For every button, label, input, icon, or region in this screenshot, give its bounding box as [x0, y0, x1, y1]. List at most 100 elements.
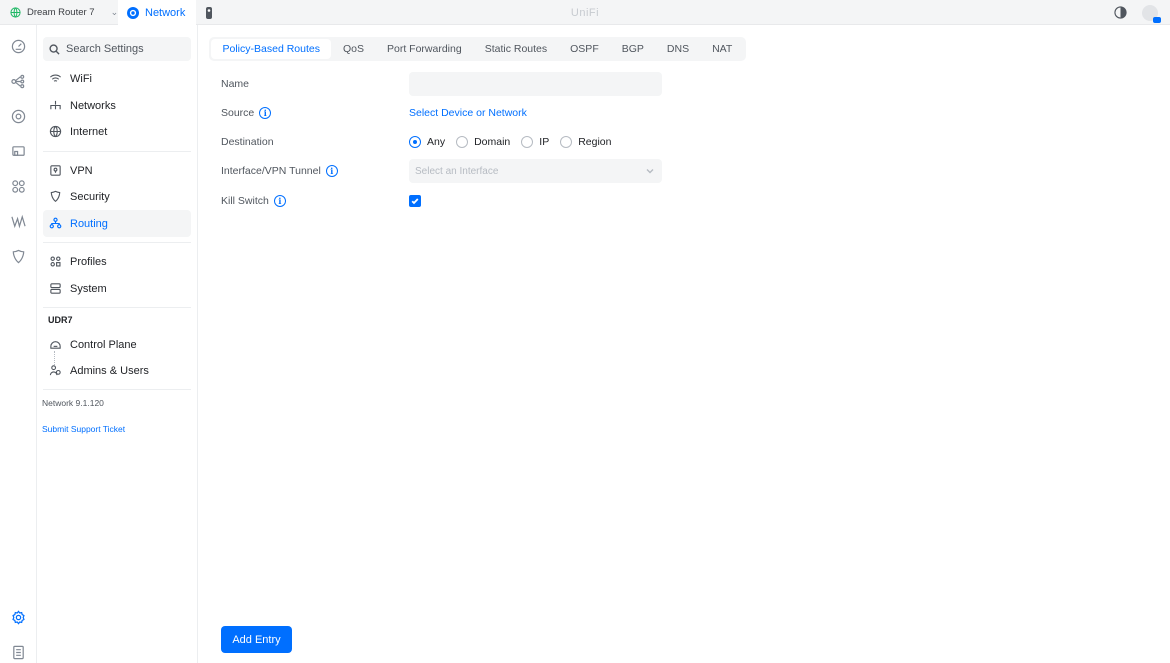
search-icon — [49, 43, 60, 55]
routing-tabs: Policy-Based Routes QoS Port Forwarding … — [209, 37, 746, 61]
sidebar-item-admins-users[interactable]: Admins & Users — [43, 357, 191, 384]
sidebar-item-label: Admins & Users — [70, 364, 149, 377]
radio-label: Any — [427, 136, 446, 148]
kill-switch-row: Kill Switch i — [221, 189, 286, 213]
network-app-label: Network — [145, 6, 186, 19]
sidebar-item-networks[interactable]: Networks — [43, 92, 191, 119]
sidebar-item-profiles[interactable]: Profiles — [43, 248, 191, 275]
search-box[interactable] — [43, 37, 191, 61]
sidebar-divider — [43, 307, 191, 308]
interface-select[interactable]: Select an Interface — [409, 159, 662, 183]
interface-label-wrap: Interface/VPN Tunnel i — [221, 165, 338, 177]
shield-icon[interactable] — [10, 248, 26, 264]
sidebar-item-internet[interactable]: Internet — [43, 118, 191, 145]
network-app-icon — [127, 6, 139, 19]
tab-ospf[interactable]: OSPF — [559, 39, 611, 59]
device-selector[interactable]: Dream Router 7 ⌄ — [10, 0, 118, 25]
camera-device-icon[interactable] — [205, 0, 213, 25]
add-entry-button[interactable]: Add Entry — [221, 626, 292, 653]
topology-icon[interactable] — [10, 73, 26, 89]
insights-icon[interactable] — [10, 213, 26, 229]
profiles-icon — [50, 256, 61, 267]
settings-sidebar: WiFi Networks Internet VPN Security Rout… — [37, 25, 198, 663]
interface-placeholder: Select an Interface — [415, 165, 499, 177]
interface-label: Interface/VPN Tunnel — [221, 165, 321, 177]
sidebar-divider — [43, 389, 191, 390]
sidebar-divider — [43, 242, 191, 243]
dashboard-icon[interactable] — [10, 38, 26, 54]
radio-any[interactable]: Any — [409, 136, 445, 148]
sidebar-item-label: Profiles — [70, 255, 107, 268]
document-icon[interactable] — [10, 644, 26, 660]
radio-label: Domain — [474, 136, 511, 148]
sidebar-item-wifi[interactable]: WiFi — [43, 65, 191, 92]
shield-icon — [50, 190, 61, 203]
sidebar-item-label: Security — [70, 190, 110, 203]
interface-field-wrap: Select an Interface — [409, 159, 662, 183]
sidebar-item-label: VPN — [70, 164, 93, 177]
sidebar-item-system[interactable]: System — [43, 275, 191, 302]
source-row: Source i — [221, 101, 272, 125]
checkmark-icon — [411, 198, 419, 205]
sidebar-item-label: System — [70, 282, 107, 295]
tab-port-forwarding[interactable]: Port Forwarding — [375, 39, 473, 59]
name-field-wrap — [409, 72, 662, 96]
radio-ip[interactable]: IP — [521, 136, 549, 148]
tab-qos[interactable]: QoS — [331, 39, 375, 59]
support-ticket-link[interactable]: Submit Support Ticket — [42, 424, 125, 434]
tab-nat[interactable]: NAT — [701, 39, 744, 59]
routing-icon — [49, 217, 62, 229]
kill-switch-field-wrap — [409, 189, 421, 213]
sidebar-item-security[interactable]: Security — [43, 183, 191, 210]
device-section-label: UDR7 — [48, 315, 73, 325]
destination-label: Destination — [221, 136, 274, 148]
users-icon — [49, 365, 61, 376]
info-icon[interactable]: i — [273, 195, 286, 207]
radio-circle — [521, 136, 534, 148]
kill-switch-label: Kill Switch — [221, 195, 269, 207]
tab-dns[interactable]: DNS — [655, 39, 700, 59]
app-icon-rail — [0, 25, 37, 663]
info-icon[interactable]: i — [259, 107, 272, 119]
tab-bgp[interactable]: BGP — [610, 39, 655, 59]
search-input[interactable] — [66, 43, 186, 55]
destination-row: Destination — [221, 130, 274, 154]
devices-icon[interactable] — [10, 108, 26, 124]
clients-icon[interactable] — [10, 143, 26, 159]
select-device-link[interactable]: Select Device or Network — [409, 107, 527, 119]
sidebar-item-label: Control Plane — [70, 338, 137, 351]
avatar[interactable] — [1142, 0, 1161, 25]
sidebar-item-label: WiFi — [70, 72, 92, 85]
sidebar-item-control-plane[interactable]: Control Plane — [43, 331, 191, 358]
system-icon — [50, 283, 61, 294]
apps-icon[interactable] — [10, 178, 26, 194]
version-text: Network 9.1.120 — [42, 398, 104, 408]
name-label: Name — [221, 78, 250, 90]
source-label-wrap: Source i — [221, 107, 272, 119]
interface-row: Interface/VPN Tunnel i — [221, 159, 338, 183]
tab-policy-based-routes[interactable]: Policy-Based Routes — [211, 39, 332, 59]
sidebar-item-label: Routing — [70, 217, 108, 230]
networks-icon — [50, 100, 61, 110]
sidebar-item-label: Internet — [70, 125, 108, 138]
globe-icon — [10, 7, 21, 18]
info-icon[interactable]: i — [325, 165, 338, 177]
sidebar-item-routing[interactable]: Routing — [43, 210, 191, 237]
tab-static-routes[interactable]: Static Routes — [473, 39, 558, 59]
name-input[interactable] — [409, 72, 662, 96]
sidebar-divider — [43, 151, 191, 152]
chevron-down-icon: ⌄ — [110, 7, 119, 17]
kill-switch-checkbox[interactable] — [409, 195, 421, 207]
theme-toggle-icon[interactable] — [1114, 0, 1127, 25]
name-row: Name — [221, 72, 249, 96]
device-name: Dream Router 7 — [27, 7, 95, 18]
sidebar-item-vpn[interactable]: VPN — [43, 157, 191, 184]
radio-label: IP — [539, 136, 550, 148]
radio-domain[interactable]: Domain — [456, 136, 510, 148]
network-app-tab[interactable]: Network — [118, 0, 196, 25]
source-label: Source — [221, 107, 255, 119]
gear-icon[interactable] — [10, 609, 26, 625]
vpn-icon — [50, 165, 61, 176]
main-content: Policy-Based Routes QoS Port Forwarding … — [198, 25, 1170, 663]
radio-region[interactable]: Region — [560, 136, 611, 148]
